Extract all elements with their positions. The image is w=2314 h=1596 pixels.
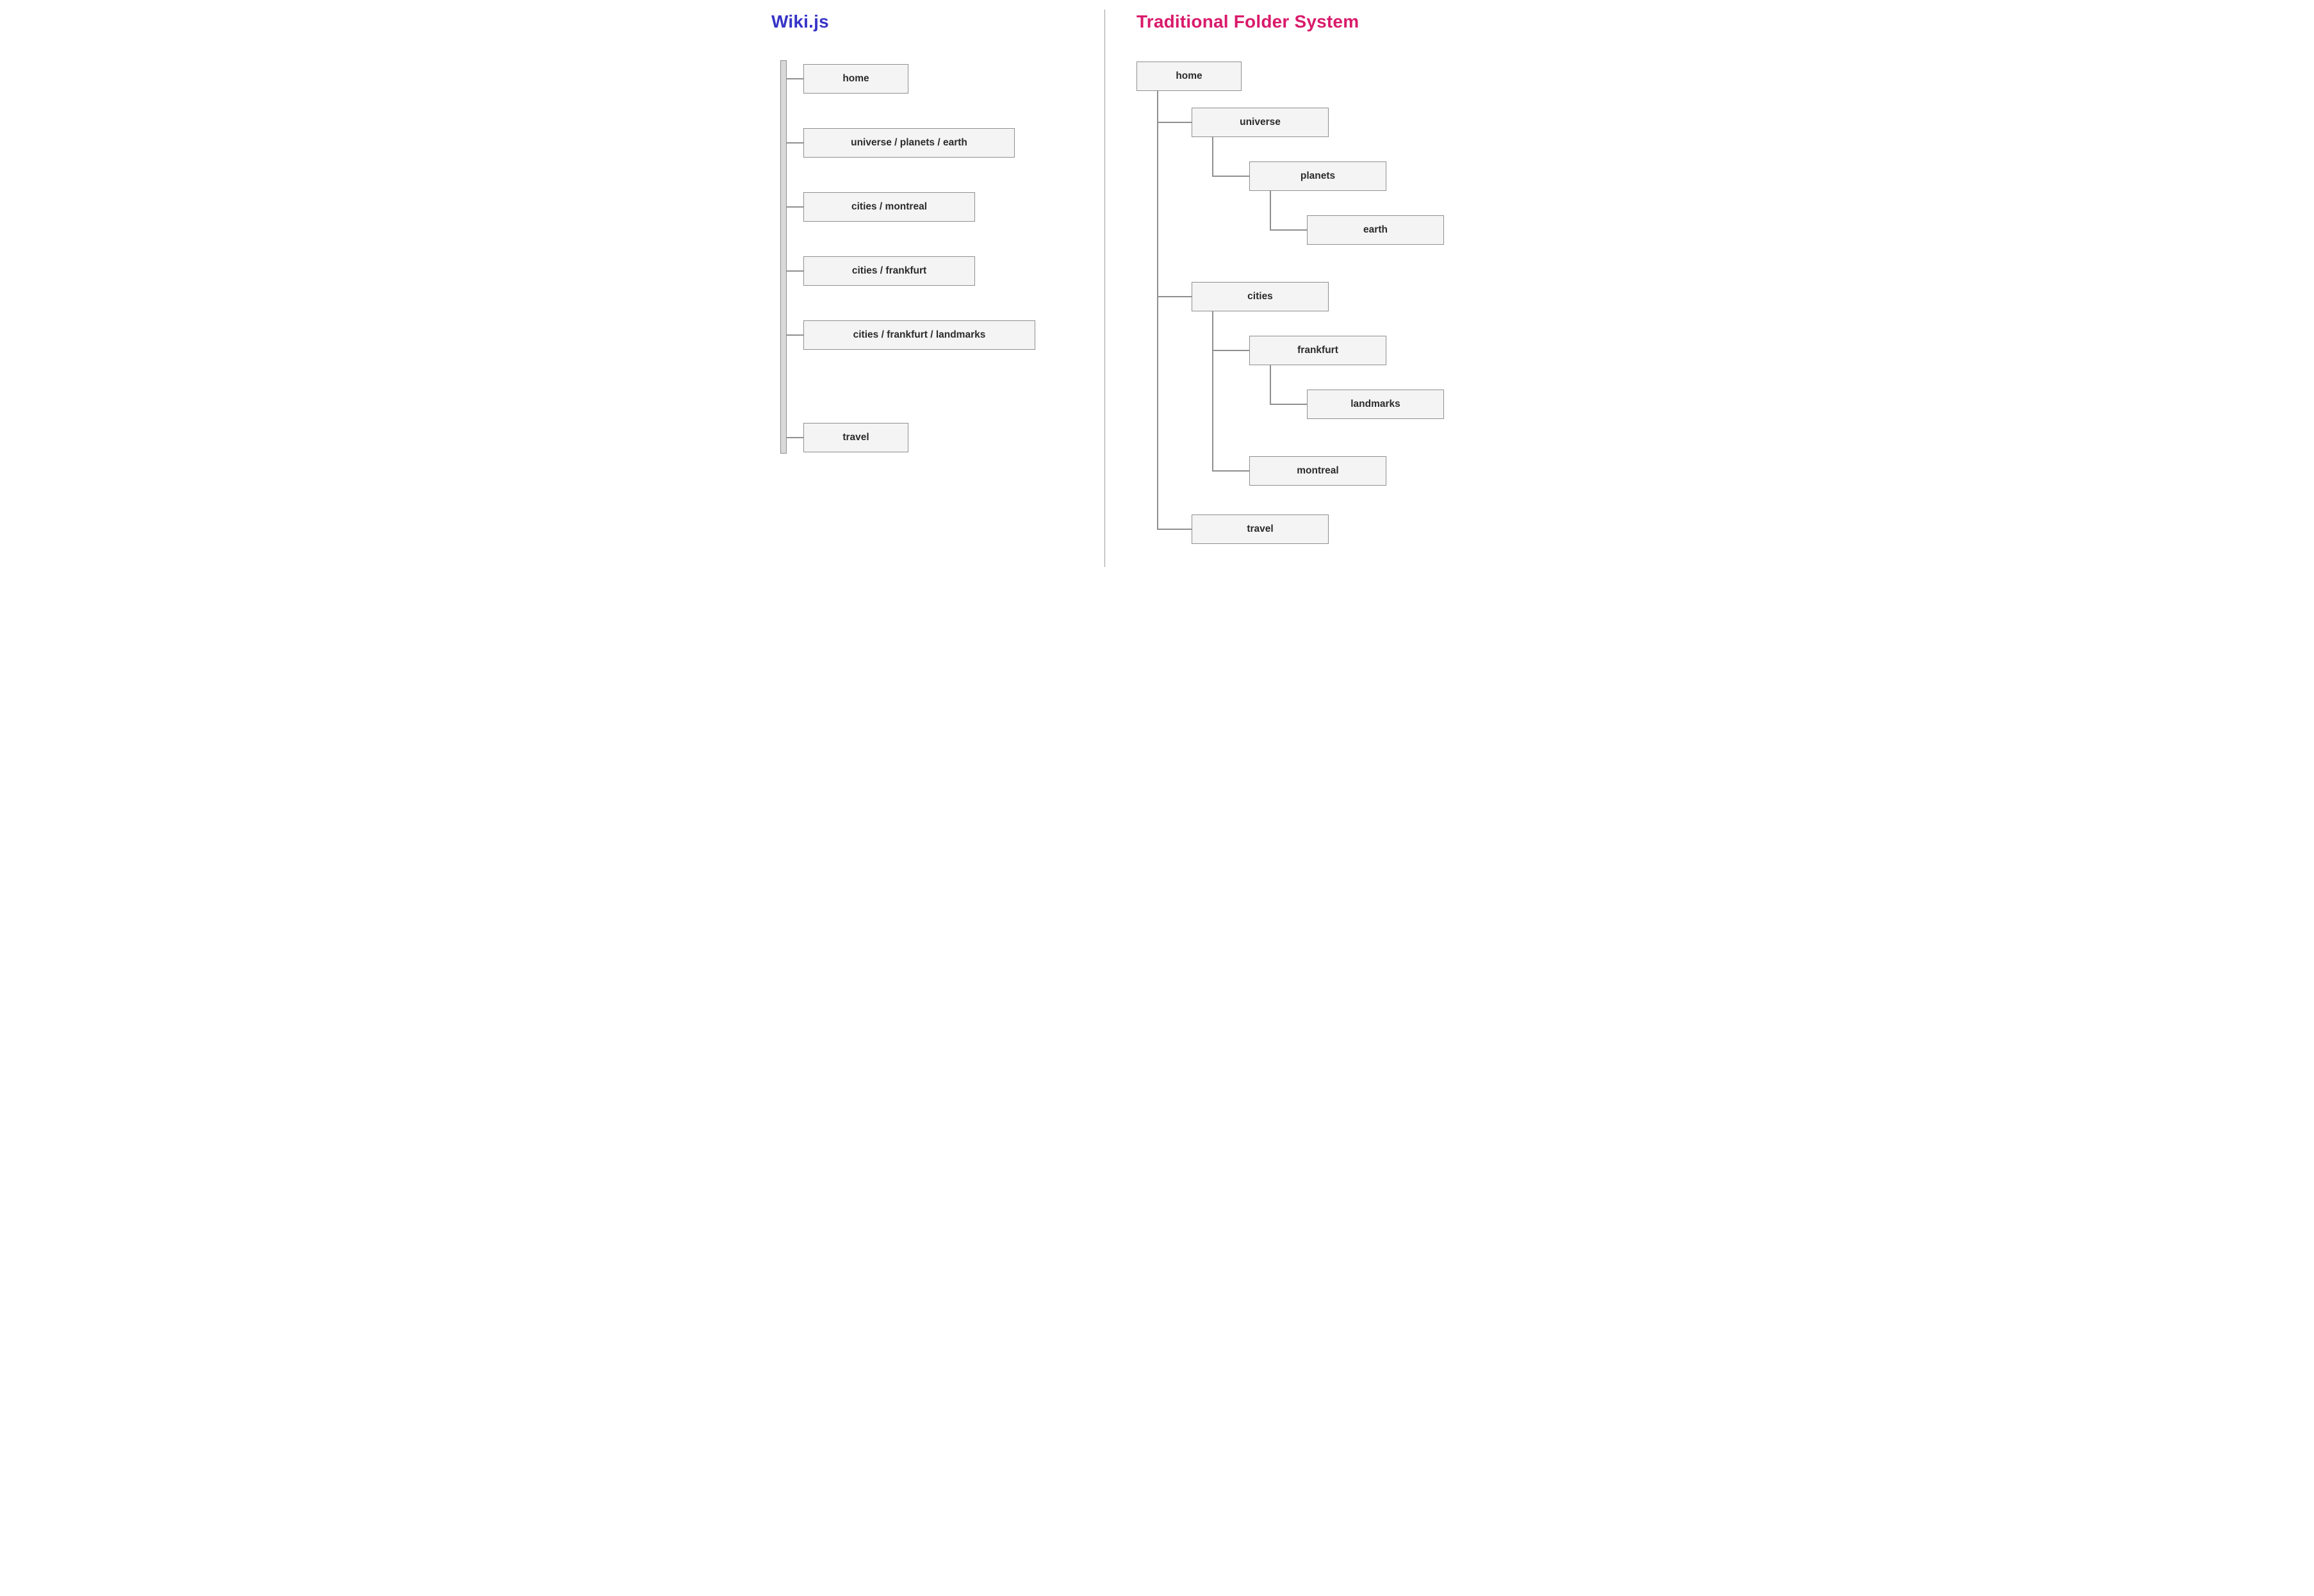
folder-node-home: home (1136, 62, 1242, 91)
connector (1270, 404, 1307, 405)
connector (1270, 229, 1307, 231)
folder-node-earth: earth (1307, 215, 1444, 245)
folder-node-frankfurt: frankfurt (1249, 336, 1386, 365)
connector (787, 206, 803, 208)
folder-node-universe: universe (1192, 108, 1329, 137)
connector (1157, 122, 1192, 123)
connector (787, 270, 803, 272)
connector (787, 334, 803, 336)
wikijs-node-universe-planets-earth: universe / planets / earth (803, 128, 1015, 158)
connector (787, 78, 803, 79)
wikijs-node-cities-montreal: cities / montreal (803, 192, 975, 222)
wikijs-node-cities-frankfurt: cities / frankfurt (803, 256, 975, 286)
connector (787, 142, 803, 144)
wikijs-node-home: home (803, 64, 908, 94)
folder-node-montreal: montreal (1249, 456, 1386, 486)
connector (787, 437, 803, 438)
connector (1212, 176, 1249, 177)
column-divider (1104, 10, 1105, 567)
connector (1270, 191, 1271, 231)
wikijs-node-travel: travel (803, 423, 908, 452)
connector (1157, 529, 1192, 530)
connector (1212, 311, 1213, 472)
wikijs-node-cities-frankfurt-landmarks: cities / frankfurt / landmarks (803, 320, 1035, 350)
connector (1270, 365, 1271, 405)
folder-node-cities: cities (1192, 282, 1329, 311)
connector (1212, 470, 1249, 472)
folder-node-travel: travel (1192, 514, 1329, 544)
connector (1212, 137, 1213, 177)
connector (1212, 350, 1249, 351)
folder-node-landmarks: landmarks (1307, 390, 1444, 419)
connector (1157, 296, 1192, 297)
folder-node-planets: planets (1249, 161, 1386, 191)
connector (1157, 91, 1158, 530)
title-wikijs: Wiki.js (771, 12, 829, 32)
title-traditional: Traditional Folder System (1136, 12, 1359, 32)
wikijs-spine (780, 60, 787, 454)
